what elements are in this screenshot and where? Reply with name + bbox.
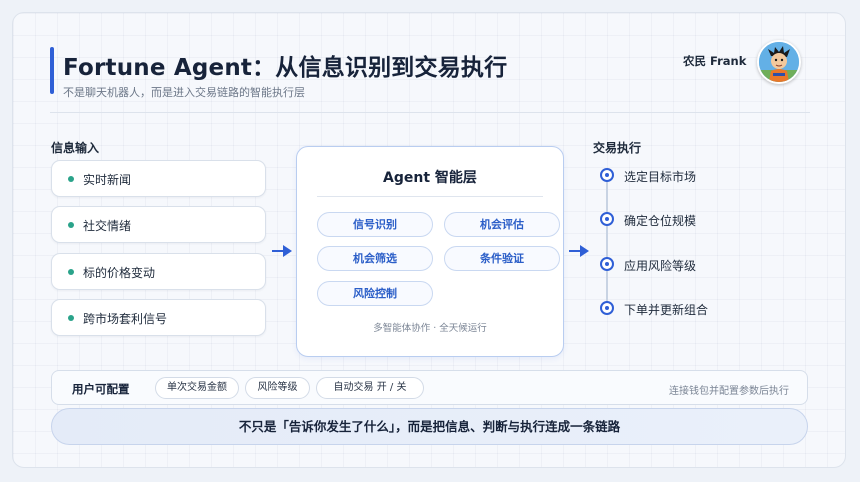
step-label: 下单并更新组合 <box>624 303 709 317</box>
config-bar: 用户可配置 单次交易金额 风险等级 自动交易 开 / 关 连接钱包并配置参数后执… <box>51 370 808 405</box>
bullet-dot-icon <box>68 315 74 321</box>
bullet-dot-icon <box>68 222 74 228</box>
header-divider <box>50 112 810 113</box>
title-accent-bar <box>50 47 54 94</box>
config-note: 连接钱包并配置参数后执行 <box>669 386 789 397</box>
config-label: 用户可配置 <box>72 382 130 396</box>
agent-title: Agent 智能层 <box>383 170 477 186</box>
page-subtitle: 不是聊天机器人，而是进入交易链路的智能执行层 <box>63 86 305 99</box>
capability-chip: 信号识别 <box>317 212 433 237</box>
config-option-trade-amount: 单次交易金额 <box>155 377 239 399</box>
step-marker-icon <box>600 301 614 315</box>
bullet-dot-icon <box>68 176 74 182</box>
step-label: 选定目标市场 <box>624 170 697 184</box>
inputs-heading: 信息输入 <box>51 141 100 155</box>
step-label: 应用风险等级 <box>624 259 697 273</box>
input-label: 实时新闻 <box>83 173 132 187</box>
step-label: 确定仓位规模 <box>624 214 697 228</box>
input-card: 实时新闻 <box>51 160 266 197</box>
step-marker-icon <box>600 257 614 271</box>
capability-chip: 机会筛选 <box>317 246 433 271</box>
input-card: 标的价格变动 <box>51 253 266 290</box>
arrow-right-icon <box>569 245 589 257</box>
input-card: 跨市场套利信号 <box>51 299 266 336</box>
agent-panel: Agent 智能层 信号识别 机会评估 机会筛选 条件验证 风险控制 多智能体协… <box>296 146 564 357</box>
step-marker-icon <box>600 168 614 182</box>
execution-heading: 交易执行 <box>593 141 642 155</box>
avatar <box>757 40 801 84</box>
agent-divider <box>317 196 543 197</box>
author-name: 农民 Frank <box>683 54 747 68</box>
page-title: Fortune Agent：从信息识别到交易执行 <box>63 55 508 81</box>
capability-chip: 条件验证 <box>444 246 560 271</box>
input-label: 标的价格变动 <box>83 266 156 280</box>
agent-footer: 多智能体协作 · 全天候运行 <box>373 323 487 334</box>
config-option-auto-trade: 自动交易 开 / 关 <box>316 377 424 399</box>
cartoon-avatar-icon <box>759 42 799 82</box>
input-card: 社交情绪 <box>51 206 266 243</box>
timeline-line <box>606 178 608 310</box>
summary-banner: 不只是「告诉你发生了什么」，而是把信息、判断与执行连成一条链路 <box>51 408 808 445</box>
config-option-risk-level: 风险等级 <box>245 377 310 399</box>
step-marker-icon <box>600 212 614 226</box>
input-label: 跨市场套利信号 <box>83 312 168 326</box>
capability-chip: 机会评估 <box>444 212 560 237</box>
bullet-dot-icon <box>68 269 74 275</box>
capability-chip: 风险控制 <box>317 281 433 306</box>
input-label: 社交情绪 <box>83 219 132 233</box>
arrow-right-icon <box>272 245 292 257</box>
